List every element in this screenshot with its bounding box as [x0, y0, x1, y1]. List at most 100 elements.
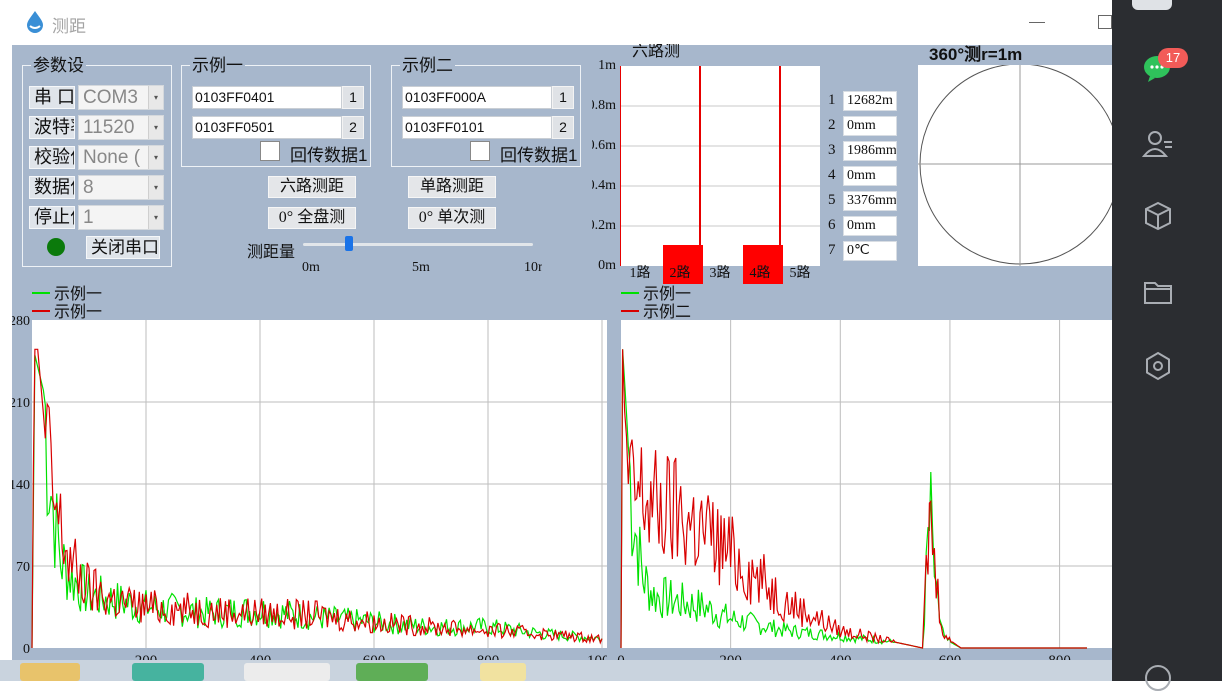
mini-program-icon[interactable]	[1142, 350, 1174, 382]
params-group: 参数设 串 口 COM3 ▾ 波特率 11520 ▾ 校验位 None (▾ 数据位…	[22, 56, 172, 267]
taskbar-app[interactable]	[132, 663, 204, 681]
databits-select[interactable]: 8 ▾	[78, 175, 164, 200]
chevron-down-icon[interactable]: ▾	[148, 176, 163, 199]
chevron-down-icon[interactable]: ▾	[148, 86, 163, 109]
example1-title: 示例一	[190, 56, 245, 76]
slider-tick-10: 10m	[524, 260, 542, 275]
six-channel-panel: 六路测 1m 0.8m 0.6m 0.4m 0.2m 0m 1路 2路 3路 4路 5路 6路	[592, 44, 822, 284]
port-select[interactable]: COM3 ▾	[78, 85, 164, 110]
reading-index: 1	[828, 92, 836, 108]
y-tick-label: 140	[12, 478, 30, 493]
reading-value: 0mm	[843, 116, 897, 136]
example1-cmd1-input[interactable]: 0103FF0401	[192, 86, 342, 109]
legend-label: 示例一	[54, 303, 102, 321]
taskbar-app[interactable]	[480, 663, 526, 681]
reading-index: 5	[828, 192, 836, 208]
legend-label: 示例一	[54, 285, 102, 303]
chart-body	[620, 320, 1112, 649]
example2-send2-button[interactable]: 2	[552, 116, 574, 139]
six-y-tick: 0.6m	[592, 138, 616, 153]
stopbits-label: 停止位	[29, 206, 75, 229]
range-slider-thumb[interactable]	[345, 236, 354, 251]
parity-label: 校验位	[29, 146, 75, 169]
stopbits-select[interactable]: 1 ▾	[78, 205, 164, 230]
reading-value: 0℃	[843, 241, 897, 261]
contacts-icon[interactable]	[1142, 128, 1174, 160]
channel-label: 4路	[749, 266, 771, 281]
full-disk-button[interactable]: 0° 全盘测	[268, 207, 356, 229]
baud-value: 11520	[83, 117, 135, 138]
port-status-indicator	[47, 238, 65, 256]
example1-send2-button[interactable]: 2	[342, 116, 364, 139]
port-label: 串 口	[29, 86, 75, 109]
radar-title: 360°测r=1m	[929, 45, 1023, 64]
close-port-button[interactable]: 关闭串口	[86, 236, 160, 259]
chevron-down-icon[interactable]: ▾	[148, 206, 163, 229]
legend-label: 示例一	[643, 285, 691, 303]
reading-index: 7	[828, 242, 836, 258]
title-bar[interactable]: 测距	[12, 0, 1112, 45]
example2-group: 示例二 0103FF000A 1 0103FF0101 2 回传数据1	[391, 56, 581, 167]
radar-plot	[918, 65, 1112, 266]
params-title: 参数设	[31, 56, 86, 76]
folder-icon[interactable]	[1142, 276, 1174, 308]
baud-label: 波特率	[29, 116, 75, 139]
taskbar-app[interactable]	[356, 663, 428, 681]
cube-icon[interactable]	[1142, 200, 1174, 232]
range-slider[interactable]	[303, 236, 533, 251]
six-y-tick: 0.8m	[592, 98, 616, 113]
chart-example1-svg: 示例一示例一2802101407002004006008001000	[12, 285, 607, 668]
chart-example2: 示例一示例二0200400600800	[607, 284, 1112, 668]
six-y-tick: 1m	[598, 58, 616, 73]
single-range-button[interactable]: 单路测距	[408, 176, 496, 198]
example2-cmd2-input[interactable]: 0103FF0101	[402, 116, 552, 139]
example1-echo-checkbox[interactable]	[260, 141, 280, 161]
databits-value: 8	[83, 177, 94, 198]
stopbits-value: 1	[83, 207, 94, 228]
chart-example1: 示例一示例一2802101407002004006008001000	[12, 284, 607, 668]
example1-echo-label: 回传数据1	[290, 146, 368, 165]
y-tick-label: 70	[16, 560, 30, 575]
six-range-button[interactable]: 六路测距	[268, 176, 356, 198]
single-shot-button[interactable]: 0° 单次测	[408, 207, 496, 229]
example2-title: 示例二	[400, 56, 455, 76]
six-y-tick: 0m	[598, 258, 616, 273]
example1-cmd2-input[interactable]: 0103FF0501	[192, 116, 342, 139]
chevron-down-icon[interactable]: ▾	[148, 116, 163, 139]
unread-badge: 17	[1158, 48, 1188, 68]
maximize-button[interactable]	[1098, 15, 1112, 29]
radar-panel: 360°测r=1m	[918, 44, 1112, 266]
side-panel	[1112, 0, 1222, 691]
water-drop-icon	[27, 11, 43, 33]
reading-value: 0mm	[843, 216, 897, 236]
readings-list: 1 12682m 2 0mm 3 1986mm 4 0mm 5 3376mm 6 0mm 7 0℃	[822, 91, 922, 262]
minimize-button[interactable]	[1029, 22, 1045, 23]
baud-select[interactable]: 11520 ▾	[78, 115, 164, 140]
example1-send1-button[interactable]: 1	[342, 86, 364, 109]
example2-echo-checkbox[interactable]	[470, 141, 490, 161]
y-tick-label: 0	[23, 642, 30, 657]
help-icon[interactable]	[1142, 662, 1174, 694]
example2-cmd1-input[interactable]: 0103FF000A	[402, 86, 552, 109]
y-tick-label: 210	[12, 396, 30, 411]
channel-label: 2路	[669, 266, 691, 281]
six-channel-plot	[620, 66, 820, 266]
reading-index: 4	[828, 167, 836, 183]
six-channel-title: 六路测	[632, 44, 681, 60]
channel-label: 6路	[820, 262, 822, 282]
taskbar-app[interactable]	[20, 663, 80, 681]
example2-send1-button[interactable]: 1	[552, 86, 574, 109]
six-channel-plot-area	[620, 66, 820, 266]
avatar[interactable]	[1132, 0, 1172, 10]
parity-select[interactable]: None ( ▾	[78, 145, 164, 170]
reading-index: 3	[828, 142, 836, 158]
chart-body	[31, 320, 607, 649]
chevron-down-icon[interactable]: ▾	[148, 146, 163, 169]
six-y-tick: 0.4m	[592, 178, 616, 193]
taskbar	[0, 660, 1112, 681]
reading-index: 6	[828, 217, 836, 233]
parity-value: None (	[83, 147, 141, 168]
slider-tick-0: 0m	[302, 260, 320, 275]
port-value: COM3	[83, 87, 138, 108]
taskbar-app[interactable]	[244, 663, 330, 681]
